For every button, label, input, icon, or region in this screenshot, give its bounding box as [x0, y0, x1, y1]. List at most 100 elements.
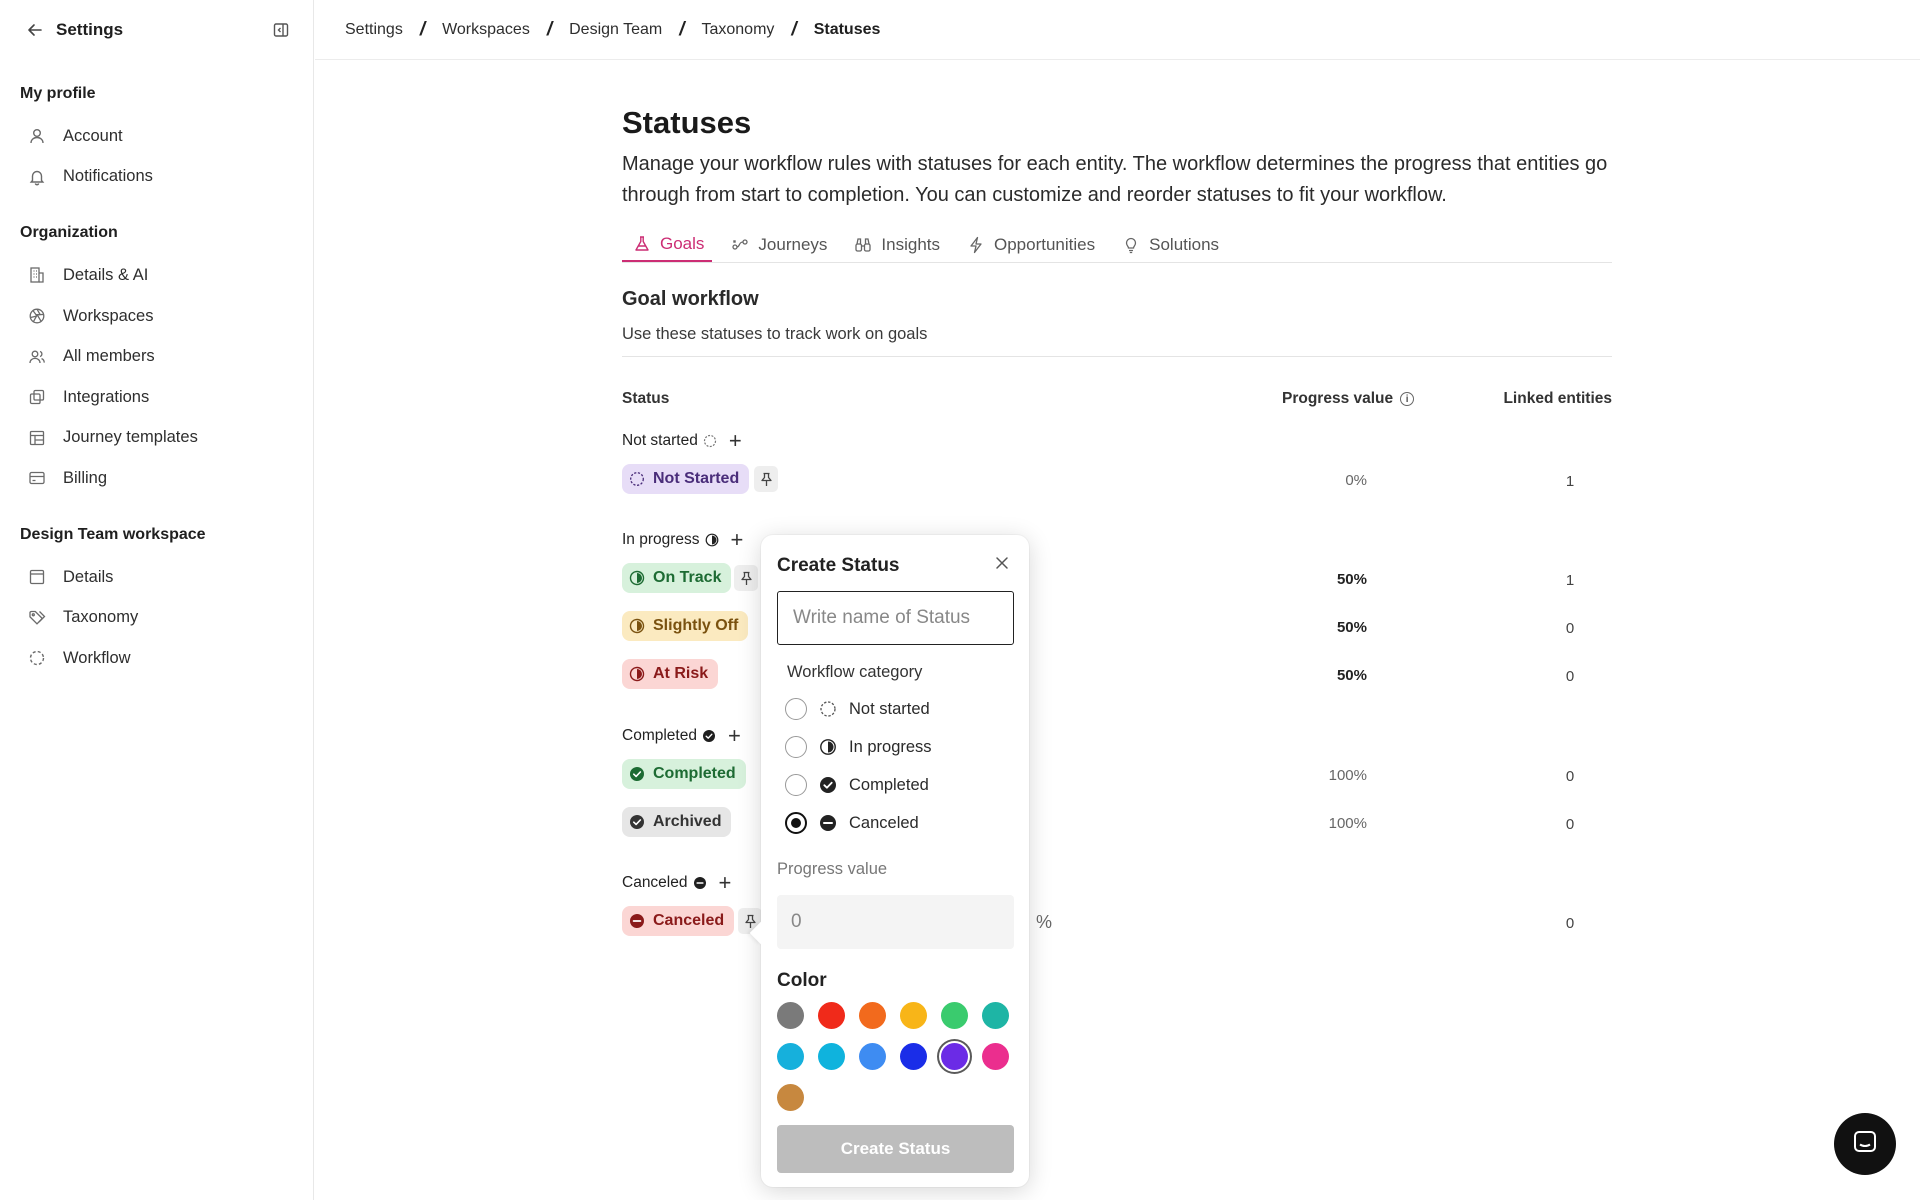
settings-sidebar: Settings My profile Account Notification… — [0, 0, 314, 1200]
color-swatch[interactable] — [777, 1002, 804, 1029]
breadcrumb-settings[interactable]: Settings — [345, 21, 403, 39]
percent-unit: % — [1036, 911, 1053, 932]
color-swatches — [777, 1002, 1017, 1111]
sidebar-item-taxonomy[interactable]: Taxonomy — [20, 597, 293, 638]
column-progress-label: Progress value — [1282, 390, 1394, 407]
color-swatch[interactable] — [777, 1043, 804, 1070]
workflow-subtitle: Use these statuses to track work on goal… — [622, 325, 1612, 357]
progress-value: 50% — [1336, 619, 1367, 636]
color-swatch[interactable] — [859, 1002, 886, 1029]
breadcrumb-separator: / — [679, 18, 685, 40]
create-status-button[interactable]: Create Status — [777, 1125, 1014, 1173]
bell-icon — [26, 166, 48, 188]
lightbulb-icon — [1121, 235, 1141, 255]
add-status-canceled-button[interactable]: + — [719, 872, 732, 894]
add-status-completed-button[interactable]: + — [728, 725, 741, 747]
group-not-started: Not started + — [622, 430, 742, 452]
sidebar-item-notifications[interactable]: Notifications — [20, 157, 293, 198]
pin-icon[interactable] — [754, 466, 778, 492]
category-option-not-started[interactable]: Not started — [785, 697, 930, 721]
not-started-icon — [819, 700, 837, 718]
breadcrumb-design-team[interactable]: Design Team — [569, 21, 662, 39]
status-pill-completed[interactable]: Completed — [622, 759, 746, 789]
sidebar-item-all-members[interactable]: All members — [20, 336, 293, 377]
sidebar-item-label: Notifications — [63, 167, 153, 186]
tab-label: Insights — [881, 235, 940, 254]
category-option-canceled[interactable]: Canceled — [785, 811, 919, 835]
in-progress-icon — [629, 666, 645, 682]
panel-icon — [26, 566, 48, 588]
tab-opportunities[interactable]: Opportunities — [958, 228, 1103, 262]
progress-value: 100% — [1328, 767, 1367, 784]
sidebar-item-workflow[interactable]: Workflow — [20, 638, 293, 679]
color-swatch[interactable] — [941, 1002, 968, 1029]
binoculars-icon — [853, 235, 873, 255]
status-pill-on-track[interactable]: On Track — [622, 563, 732, 593]
status-pill-canceled[interactable]: Canceled — [622, 906, 735, 936]
sidebar-item-account[interactable]: Account — [20, 116, 293, 157]
status-pill-slightly-off[interactable]: Slightly Off — [622, 611, 749, 641]
category-option-in-progress[interactable]: In progress — [785, 735, 932, 759]
color-swatch-selected[interactable] — [941, 1043, 968, 1070]
collapse-sidebar-icon[interactable] — [271, 20, 291, 40]
category-option-completed[interactable]: Completed — [785, 773, 929, 797]
back-arrow-icon[interactable] — [24, 19, 46, 41]
workflow-category-label: Workflow category — [787, 663, 923, 681]
status-pill-at-risk[interactable]: At Risk — [622, 659, 719, 689]
chat-launcher-button[interactable] — [1834, 1113, 1896, 1175]
aperture-icon — [26, 305, 48, 327]
sidebar-item-details-ai[interactable]: Details & AI — [20, 255, 293, 296]
close-icon[interactable] — [991, 552, 1013, 574]
sidebar-item-label: Integrations — [63, 387, 150, 406]
breadcrumb-workspaces[interactable]: Workspaces — [442, 21, 530, 39]
add-status-in-progress-button[interactable]: + — [731, 529, 744, 551]
template-icon — [26, 427, 48, 449]
sidebar-section-title: Organization — [20, 224, 118, 242]
color-swatch[interactable] — [777, 1084, 804, 1111]
color-swatch[interactable] — [818, 1002, 845, 1029]
tab-insights[interactable]: Insights — [845, 228, 948, 262]
tab-solutions[interactable]: Solutions — [1113, 228, 1227, 262]
sidebar-item-integrations[interactable]: Integrations — [20, 377, 293, 418]
color-swatch[interactable] — [900, 1002, 927, 1029]
sidebar-item-billing[interactable]: Billing — [20, 458, 293, 499]
status-pill-not-started[interactable]: Not Started — [622, 464, 750, 494]
color-swatch[interactable] — [900, 1043, 927, 1070]
sidebar-section-title: My profile — [20, 85, 96, 102]
group-canceled: Canceled + — [622, 872, 732, 894]
radio-button[interactable] — [785, 736, 807, 758]
pin-icon[interactable] — [734, 565, 758, 591]
building-icon — [26, 264, 48, 286]
color-swatch[interactable] — [982, 1043, 1009, 1070]
status-label: On Track — [653, 569, 722, 586]
info-icon[interactable]: i — [1400, 392, 1415, 406]
status-pill-archived[interactable]: Archived — [622, 807, 732, 837]
status-name-input[interactable] — [777, 591, 1014, 645]
in-progress-icon — [629, 570, 645, 586]
breadcrumb-separator: / — [419, 18, 426, 40]
linked-count: 0 — [1565, 915, 1575, 932]
sidebar-item-details[interactable]: Details — [20, 557, 293, 598]
add-status-not-started-button[interactable]: + — [729, 430, 742, 452]
radio-button-selected[interactable] — [785, 812, 807, 834]
radio-button[interactable] — [785, 698, 807, 720]
tab-goals[interactable]: Goals — [622, 228, 713, 262]
layers-icon — [26, 386, 48, 408]
color-swatch[interactable] — [818, 1043, 845, 1070]
group-label: In progress — [622, 531, 700, 548]
color-swatch[interactable] — [982, 1002, 1009, 1029]
page-description: Manage your workflow rules with statuses… — [622, 153, 1608, 206]
status-label: At Risk — [653, 665, 709, 682]
group-label: Not started — [622, 432, 698, 449]
color-swatch[interactable] — [859, 1043, 886, 1070]
canceled-icon — [819, 814, 837, 832]
sidebar-item-workspaces[interactable]: Workspaces — [20, 296, 293, 337]
linked-count: 1 — [1565, 572, 1575, 589]
radio-button[interactable] — [785, 774, 807, 796]
users-icon — [26, 346, 48, 368]
linked-count: 0 — [1565, 668, 1575, 685]
progress-value-input[interactable] — [791, 911, 1036, 933]
tab-journeys[interactable]: Journeys — [722, 228, 835, 262]
sidebar-item-journey-templates[interactable]: Journey templates — [20, 418, 293, 459]
breadcrumb-taxonomy[interactable]: Taxonomy — [701, 21, 774, 39]
